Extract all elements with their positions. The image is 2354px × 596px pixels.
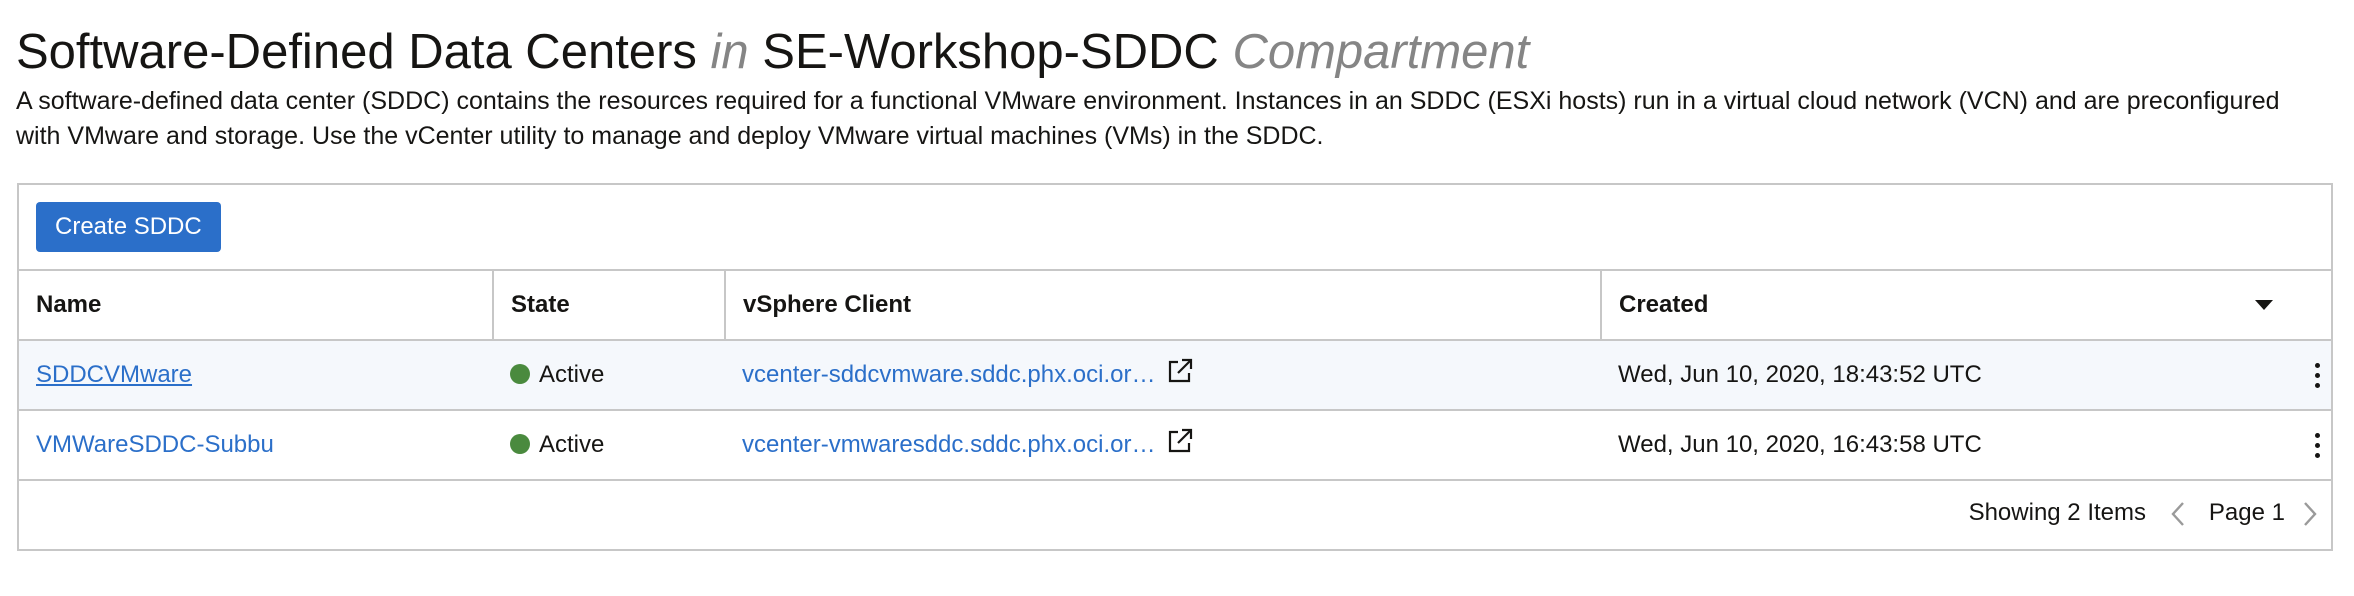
external-link-icon[interactable] <box>1165 426 1195 456</box>
cell-name: VMWareSDDC-Subbu <box>19 410 493 481</box>
toolbar: Create SDDC <box>19 185 2331 271</box>
page-title-in: in <box>710 25 749 79</box>
cell-name: SDDCVMware <box>19 340 493 411</box>
sort-down-icon[interactable] <box>2255 300 2273 310</box>
kebab-menu-icon[interactable] <box>2313 363 2321 391</box>
state-label: Active <box>539 361 605 388</box>
page-title: Software-Defined Data Centers in SE-Work… <box>16 20 1529 84</box>
vsphere-client-link[interactable]: vcenter-sddcvmware.sddc.phx.oci.or… <box>742 361 1155 389</box>
sddc-table: Name State vSphere Client Created SDDCVM… <box>19 271 2331 481</box>
kebab-menu-icon[interactable] <box>2313 433 2321 461</box>
table-header-row: Name State vSphere Client Created <box>19 271 2331 341</box>
cell-vsphere-client: vcenter-vmwaresddc.sddc.phx.oci.or… <box>725 410 1601 481</box>
column-header-name: Name <box>19 271 494 341</box>
cell-vsphere-client: vcenter-sddcvmware.sddc.phx.oci.or… <box>725 340 1601 411</box>
created-timestamp: Wed, Jun 10, 2020, 16:43:58 UTC <box>1618 431 1982 458</box>
state-label: Active <box>539 431 605 458</box>
status-dot-icon <box>510 433 530 454</box>
chevron-left-icon[interactable] <box>2169 501 2189 527</box>
sddc-name-link[interactable]: SDDCVMware <box>36 361 192 388</box>
table-row: SDDCVMware Active vcenter-sddcvmware.sdd… <box>19 340 2331 411</box>
page-description: A software-defined data center (SDDC) co… <box>16 87 2280 150</box>
created-timestamp: Wed, Jun 10, 2020, 18:43:52 UTC <box>1618 361 1982 388</box>
cell-created: Wed, Jun 10, 2020, 18:43:52 UTC <box>1601 340 2331 411</box>
page-title-text: Software-Defined Data Centers <box>16 25 697 79</box>
cell-state: Active <box>493 340 725 411</box>
status-dot-icon <box>510 363 530 384</box>
compartment-label: Compartment <box>1232 25 1530 79</box>
external-link-icon[interactable] <box>1165 356 1195 386</box>
column-header-vsphere-client: vSphere Client <box>725 271 1602 341</box>
table-row: VMWareSDDC-Subbu Active vcenter-vmwaresd… <box>19 410 2331 481</box>
column-header-created[interactable]: Created <box>1601 271 2331 341</box>
column-header-state: State <box>493 271 726 341</box>
column-header-created-label: Created <box>1619 291 1709 318</box>
compartment-name: SE-Workshop-SDDC <box>762 25 1219 79</box>
cell-created: Wed, Jun 10, 2020, 16:43:58 UTC <box>1601 410 2331 481</box>
cell-state: Active <box>493 410 725 481</box>
pagination-footer: Showing 2 Items Page 1 <box>19 479 2331 549</box>
sddc-list-panel: Create SDDC Name State vSphere Client Cr… <box>17 183 2333 551</box>
vsphere-client-link[interactable]: vcenter-vmwaresddc.sddc.phx.oci.or… <box>742 431 1155 459</box>
create-sddc-button[interactable]: Create SDDC <box>36 202 221 252</box>
items-count: Showing 2 Items <box>1968 499 2146 526</box>
chevron-right-icon[interactable] <box>2299 501 2319 527</box>
sddc-name-link[interactable]: VMWareSDDC-Subbu <box>36 431 274 458</box>
page-indicator: Page 1 <box>2208 499 2285 526</box>
